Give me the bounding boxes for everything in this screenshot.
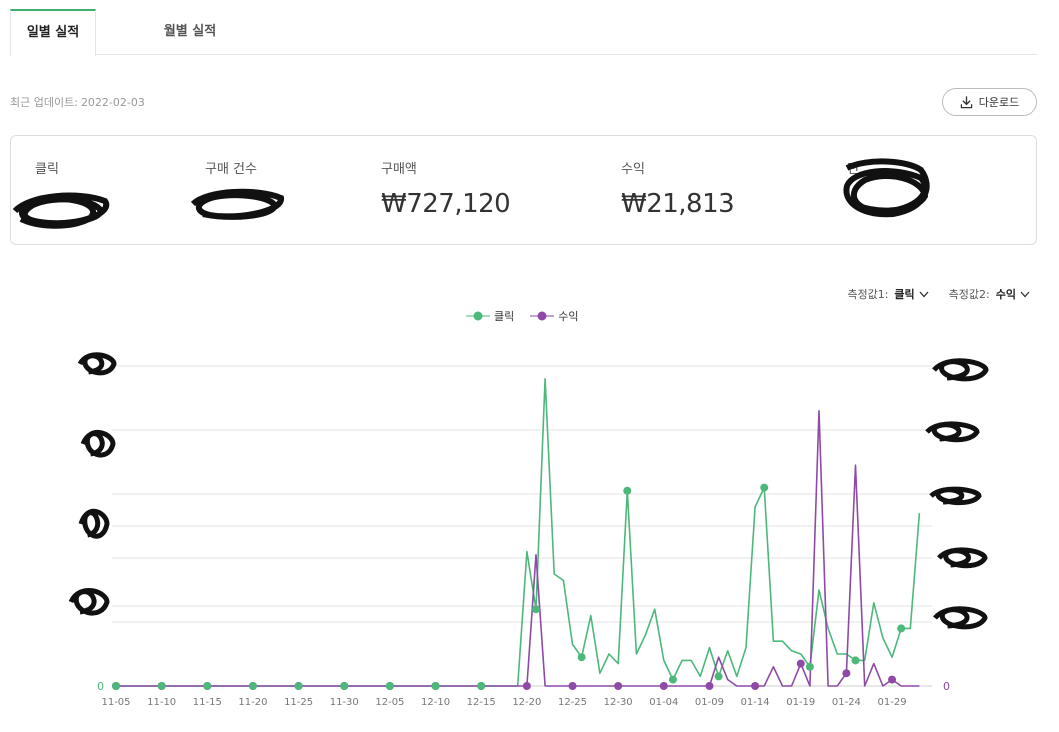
redacted-axis-scribble: [929, 486, 982, 506]
x-tick-label: 01-14: [741, 697, 770, 708]
redacted-axis-scribble: [937, 547, 988, 569]
x-tick-label: 12-20: [512, 697, 541, 708]
x-tick-label: 12-10: [421, 697, 450, 708]
clicks-point: [477, 682, 486, 690]
clicks-point: [340, 682, 349, 690]
x-tick-label: 01-29: [878, 697, 907, 708]
redacted-scribble: [190, 188, 284, 220]
clicks-point: [851, 656, 860, 665]
clicks-point: [157, 682, 166, 690]
metric-purchase-amount-value: ₩727,120: [381, 189, 511, 219]
clicks-point: [897, 624, 906, 633]
legend-label-revenue: 수익: [558, 310, 579, 323]
metric-purchases: 구매 건수: [205, 158, 257, 177]
revenue-point: [796, 659, 805, 668]
clicks-point: [577, 653, 586, 662]
clicks-point: [531, 605, 540, 614]
redacted-axis-scribble: [80, 430, 116, 458]
clicks-point: [248, 682, 257, 690]
x-tick-label: 11-15: [193, 697, 222, 708]
redacted-axis-scribble: [933, 606, 988, 630]
metric-selectors: 측정값1: 클릭 측정값2: 수익: [847, 286, 1030, 302]
chevron-down-icon: [919, 291, 929, 297]
chart-legend: 클릭 수익: [466, 308, 579, 324]
x-tick-label: 11-20: [238, 697, 267, 708]
revenue-point: [568, 682, 577, 690]
tab-daily-performance[interactable]: 일별 실적: [10, 9, 96, 56]
metric-clicks: 클릭: [35, 158, 59, 177]
legend-swatch-revenue: [530, 311, 555, 321]
metric-purchase-amount-label: 구매액: [381, 162, 417, 177]
clicks-point: [112, 682, 120, 690]
redacted-axis-scribble: [77, 352, 117, 376]
clicks-point: [385, 682, 394, 690]
metric1-label: 측정값1:: [847, 288, 889, 301]
last-updated-label: 최근 업데이트:: [10, 96, 78, 109]
last-updated-value: 2022-02-03: [80, 96, 145, 109]
metric-revenue-value: ₩21,813: [621, 189, 735, 219]
x-tick-label: 12-05: [375, 697, 404, 708]
metric2-value: 수익: [995, 288, 1016, 301]
redacted-axis-scribble: [78, 508, 110, 539]
redacted-axis-scribble: [925, 421, 980, 443]
clicks-point: [760, 483, 769, 492]
x-tick-label: 01-09: [695, 697, 724, 708]
clicks-point: [805, 662, 814, 671]
x-tick-label: 01-19: [786, 697, 815, 708]
tab-bar: 일별 실적 월별 실적: [10, 9, 1037, 56]
clicks-point: [203, 682, 212, 690]
performance-chart: 0 0 11-05 11-10 11-15 11-20 11-25 11-30 12-05 12-…: [68, 352, 989, 708]
x-tick-label: 12-15: [467, 697, 496, 708]
summary-card: 클릭 구매 건수 구매액 ₩727,120 수익 ₩21,813 전: [10, 135, 1037, 245]
revenue-point: [705, 682, 714, 690]
download-button[interactable]: 다운로드: [942, 88, 1037, 116]
redacted-axis-scribble: [932, 358, 989, 382]
x-tick-label: 11-30: [330, 697, 359, 708]
y-right-zero-label: 0: [943, 680, 950, 693]
x-tick-label: 11-25: [284, 697, 313, 708]
metric-revenue-label: 수익: [621, 162, 645, 177]
metric2-label: 측정값2:: [948, 288, 990, 301]
revenue-point: [614, 682, 623, 690]
metric-revenue: 수익 ₩21,813: [621, 158, 735, 219]
clicks-point: [623, 486, 632, 495]
redacted-axis-scribble: [68, 588, 110, 616]
x-tick-label: 12-30: [604, 697, 633, 708]
clicks-point: [431, 682, 440, 690]
revenue-point: [888, 675, 897, 684]
metric2-selector[interactable]: 측정값2: 수익: [949, 286, 1030, 302]
legend-item-clicks[interactable]: 클릭: [466, 308, 514, 324]
metric-purchases-label: 구매 건수: [205, 162, 257, 177]
metric1-value: 클릭: [894, 288, 915, 301]
x-tick-label: 11-10: [147, 697, 176, 708]
x-tick-label: 01-24: [832, 697, 861, 708]
y-left-zero-label: 0: [97, 680, 104, 693]
revenue-point: [842, 669, 851, 678]
metric-purchase-amount: 구매액 ₩727,120: [381, 158, 511, 219]
metric1-selector[interactable]: 측정값1: 클릭: [847, 286, 929, 302]
clicks-point: [714, 672, 723, 681]
revenue-point: [751, 682, 760, 690]
tab-monthly-performance[interactable]: 월별 실적: [130, 10, 250, 56]
legend-label-clicks: 클릭: [494, 310, 515, 323]
legend-item-revenue[interactable]: 수익: [530, 308, 579, 324]
clicks-point: [294, 682, 303, 690]
download-icon: [960, 95, 973, 108]
last-updated: 최근 업데이트: 2022-02-03: [10, 94, 145, 110]
download-label: 다운로드: [978, 96, 1020, 109]
revenue-point: [659, 682, 668, 690]
legend-swatch-clicks: [466, 311, 490, 321]
clicks-series-line: [116, 377, 921, 687]
chevron-down-icon: [1020, 291, 1030, 297]
redacted-scribble: [843, 158, 930, 218]
x-tick-label: 12-25: [558, 697, 587, 708]
revenue-series-line: [116, 410, 920, 687]
revenue-point: [522, 682, 531, 690]
clicks-point: [668, 675, 677, 684]
x-tick-label: 01-04: [649, 697, 678, 708]
x-tick-label: 11-05: [101, 697, 130, 708]
redacted-scribble: [12, 192, 110, 229]
metric-clicks-label: 클릭: [35, 162, 59, 177]
